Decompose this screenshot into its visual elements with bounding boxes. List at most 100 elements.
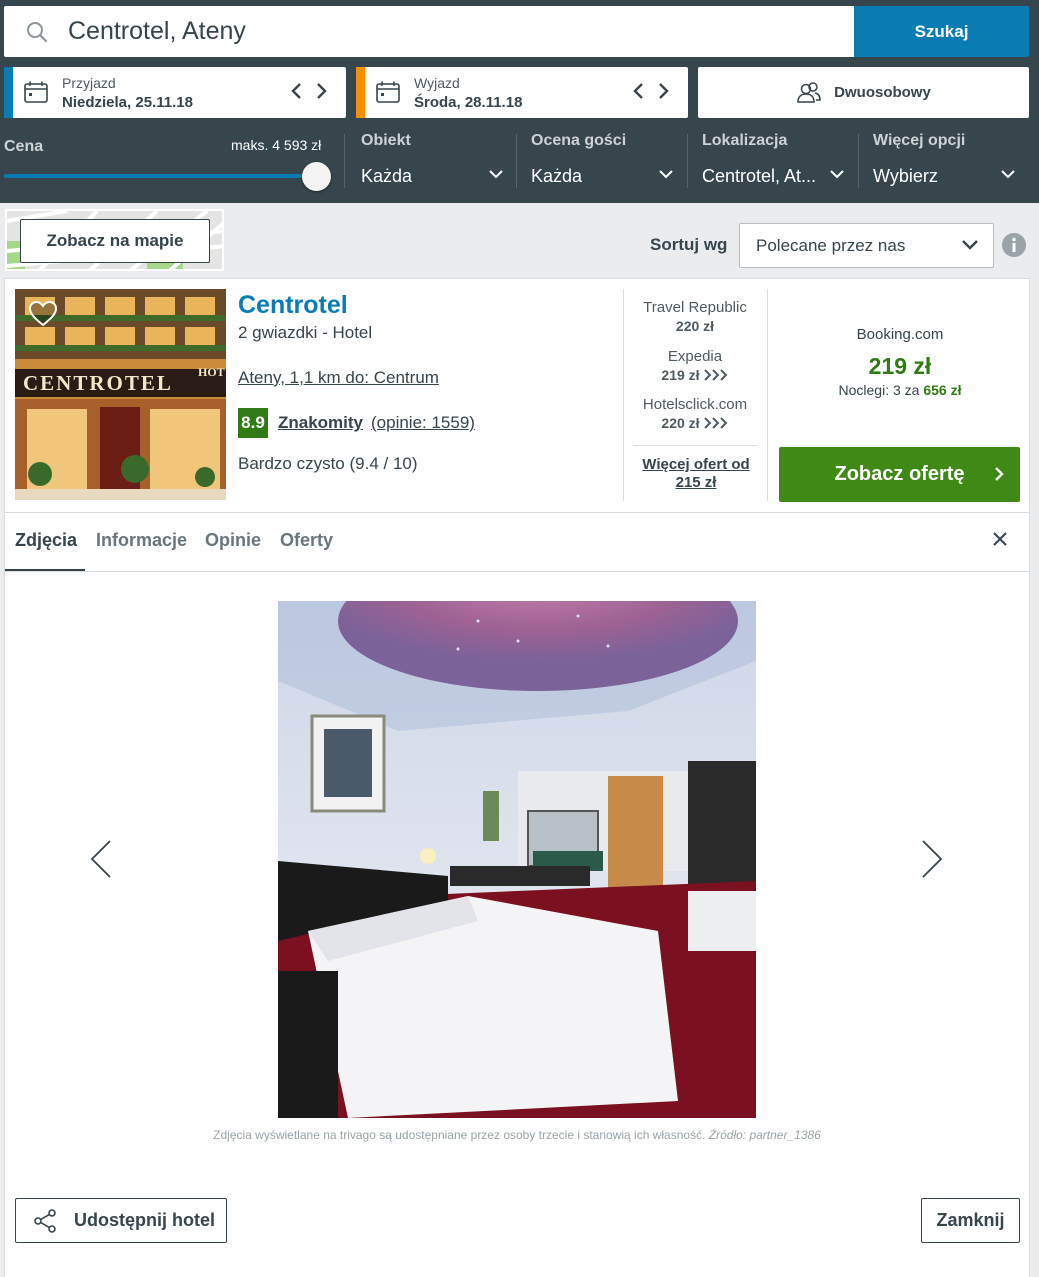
hotel-room-image [278,601,756,1118]
filter-divider [858,134,859,188]
cleanliness-score: Bardzo czysto (9.4 / 10) [238,454,418,473]
main-offer-price: 219 zł [868,353,932,379]
nights-prefix: Noclegi: 3 za [838,382,920,398]
sort-value: Polecane przez nas [756,235,906,255]
filter-property-type[interactable]: Obiekt Każda [361,132,503,190]
search-button[interactable]: Szukaj [854,6,1029,57]
next-day-icon[interactable] [316,82,328,100]
close-button[interactable]: Zamknij [921,1198,1020,1243]
offer-item[interactable]: Expedia 219 zł [631,348,759,383]
hotel-type: 2 gwiazdki - Hotel [238,323,373,342]
divider [5,512,1029,513]
hotel-location-link[interactable]: Ateny, 1,1 km do: Centrum [238,368,439,388]
more-offers-link[interactable]: Więcej ofert od 215 zł [635,456,757,492]
search-icon [27,21,48,42]
chevron-down-icon [962,240,978,250]
room-type-selector[interactable]: Dwuosobowy [698,67,1029,118]
filter-more-options[interactable]: Więcej opcji Wybierz [873,132,1015,190]
filter-title: Więcej opcji [873,132,966,149]
chevron-down-icon [830,170,844,179]
hotel-name[interactable]: Centrotel [238,291,348,320]
tab-photos[interactable]: Zdjęcia [15,530,77,551]
main-offer-provider: Booking.com [856,326,944,343]
tab-offers[interactable]: Oferty [280,530,333,551]
tab-info[interactable]: Informacje [96,530,187,551]
divider [633,445,757,446]
view-deal-button[interactable]: Zobacz ofertę [779,447,1020,502]
sort-label: Sortuj wg [650,235,728,254]
checkin-value: Niedziela, 25.11.18 [62,94,193,111]
triple-chevron-icon [703,369,727,381]
hotel-card: CENTROTEL HOT Centrotel 2 gwiazdki - Hot… [4,278,1030,1277]
hotel-thumbnail[interactable]: CENTROTEL HOT [15,289,226,500]
chevron-down-icon [659,170,673,179]
search-input[interactable]: Centrotel, Ateny [4,6,854,57]
share-hotel-button[interactable]: Udostępnij hotel [15,1198,227,1243]
calendar-icon [24,81,48,103]
price-max-value: maks. 4 593 zł [231,137,322,153]
price-slider-handle[interactable] [302,162,331,191]
chevron-down-icon [1001,170,1015,179]
offer-price: 220 zł [675,318,715,334]
checkout-value: Środa, 28.11.18 [414,94,523,111]
chevron-right-icon [995,467,1004,481]
triple-chevron-icon [703,417,727,429]
search-query: Centrotel, Ateny [68,17,246,45]
filter-value: Każda [531,166,583,186]
review-count-link[interactable]: (opinie: 1559) [371,413,475,433]
price-filter-label: Cena [4,138,44,155]
filter-guest-rating[interactable]: Ocena gości Każda [531,132,673,190]
previous-photo-icon[interactable] [89,839,113,879]
next-photo-icon[interactable] [920,839,944,879]
room-type-label: Dwuosobowy [834,84,931,101]
sort-select[interactable]: Polecane przez nas [739,223,994,268]
calendar-icon [376,81,400,103]
gallery-photo [278,601,756,1118]
hotel-sign-text-2: HOT [198,365,225,379]
offer-item[interactable]: Travel Republic 220 zł [631,299,759,334]
filter-title: Obiekt [361,132,411,149]
offer-item[interactable]: Hotelsclick.com 220 zł [631,396,759,431]
search-panel: Centrotel, Ateny Szukaj Przyjazd Niedzie… [0,0,1039,203]
tab-reviews[interactable]: Opinie [205,530,261,551]
filter-value: Każda [361,166,413,186]
price-slider-track[interactable] [4,174,314,178]
divider [5,571,1029,572]
rating-badge: 8.9 [238,408,268,438]
checkout-label: Wyjazd [414,75,460,91]
checkout-accent [356,67,365,118]
divider [623,289,624,501]
filter-divider [516,134,517,188]
nights-total-price: 656 zł [923,382,962,398]
share-hotel-label: Udostępnij hotel [74,1210,215,1230]
prev-day-icon[interactable] [632,82,644,100]
rating-word-link[interactable]: Znakomity [278,413,363,433]
view-deal-label: Zobacz ofertę [834,463,965,485]
filter-title: Lokalizacja [702,132,788,149]
close-icon[interactable] [992,531,1008,547]
chevron-down-icon [489,170,503,179]
divider [767,289,768,501]
offer-provider: Hotelsclick.com [642,396,748,413]
photo-credit: Zdjęcia wyświetlane na trivago są udostę… [5,1128,1029,1142]
next-day-icon[interactable] [658,82,670,100]
favorite-heart-icon[interactable] [29,301,57,327]
nights-total: Noclegi: 3 za 656 zł [780,382,1020,398]
filter-location[interactable]: Lokalizacja Centrotel, At... [702,132,844,190]
share-icon [34,1208,56,1233]
people-icon [797,81,821,103]
offer-price: 219 zł [661,367,700,383]
prev-day-icon[interactable] [290,82,302,100]
offer-provider: Expedia [667,348,723,365]
offer-provider: Travel Republic [643,299,747,316]
filter-title: Ocena gości [531,132,627,149]
photo-credit-text: Zdjęcia wyświetlane na trivago są udostę… [213,1128,706,1142]
filter-divider [344,134,345,188]
filter-value: Centrotel, At... [702,166,817,186]
checkin-accent [4,67,13,118]
filter-value: Wybierz [873,166,938,186]
checkin-field[interactable]: Przyjazd Niedziela, 25.11.18 [4,67,346,118]
info-icon[interactable] [1002,233,1026,257]
view-on-map-button[interactable]: Zobacz na mapie [20,219,210,263]
checkout-field[interactable]: Wyjazd Środa, 28.11.18 [356,67,688,118]
